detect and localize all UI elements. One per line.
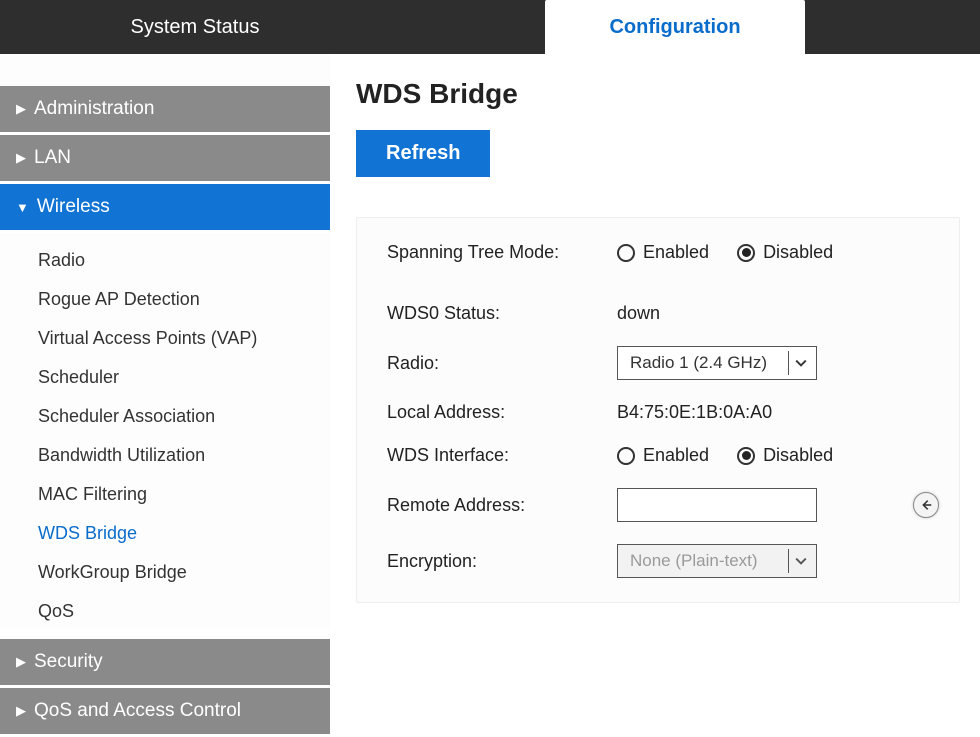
radio-label: Enabled: [643, 242, 709, 263]
label-spanning-tree: Spanning Tree Mode:: [387, 242, 617, 263]
sidebar-item-mac-filtering[interactable]: MAC Filtering: [0, 475, 330, 514]
radio-icon: [737, 447, 755, 465]
radio-spanning-enabled[interactable]: Enabled: [617, 242, 709, 263]
value-wds0-status: down: [617, 303, 939, 324]
sidebar-group-qos-access[interactable]: ▶ QoS and Access Control: [0, 688, 330, 737]
row-wds0-status: WDS0 Status: down: [387, 303, 939, 324]
radio-spanning-disabled[interactable]: Disabled: [737, 242, 833, 263]
settings-panel: Spanning Tree Mode: Enabled Disabled WDS…: [356, 217, 960, 603]
select-encryption[interactable]: None (Plain-text): [617, 544, 817, 578]
chevron-down-icon: [788, 351, 812, 375]
sidebar-item-rogue-ap[interactable]: Rogue AP Detection: [0, 280, 330, 319]
row-wds-interface: WDS Interface: Enabled Disabled: [387, 445, 939, 466]
row-radio: Radio: Radio 1 (2.4 GHz): [387, 346, 939, 380]
chevron-down-icon: [788, 549, 812, 573]
main-layout: ▶ Administration ▶ LAN ▼ Wireless Radio …: [0, 54, 980, 628]
sidebar-group-label: Administration: [34, 98, 154, 120]
value-local-address: B4:75:0E:1B:0A:A0: [617, 402, 939, 423]
remote-address-arrow-button[interactable]: [913, 492, 939, 518]
chevron-down-icon: ▼: [16, 200, 29, 215]
chevron-right-icon: ▶: [16, 150, 26, 166]
chevron-right-icon: ▶: [16, 654, 26, 670]
sidebar-item-scheduler[interactable]: Scheduler: [0, 358, 330, 397]
sidebar-item-radio[interactable]: Radio: [0, 241, 330, 280]
tab-configuration[interactable]: Configuration: [545, 0, 805, 54]
refresh-button[interactable]: Refresh: [356, 130, 490, 177]
select-value: Radio 1 (2.4 GHz): [630, 353, 767, 373]
tab-bar-right: Configuration: [390, 0, 980, 54]
sidebar-group-lan[interactable]: ▶ LAN: [0, 135, 330, 184]
label-wds0-status: WDS0 Status:: [387, 303, 617, 324]
sidebar-item-qos[interactable]: QoS: [0, 592, 330, 631]
radio-icon: [617, 244, 635, 262]
label-wds-interface: WDS Interface:: [387, 445, 617, 466]
chevron-right-icon: ▶: [16, 101, 26, 117]
input-remote-address[interactable]: [617, 488, 817, 522]
page-title: WDS Bridge: [356, 78, 960, 110]
row-encryption: Encryption: None (Plain-text): [387, 544, 939, 578]
sidebar-group-security[interactable]: ▶ Security: [0, 639, 330, 688]
top-bar: System Status Configuration: [0, 0, 980, 54]
sidebar-subitems-wireless: Radio Rogue AP Detection Virtual Access …: [0, 233, 330, 639]
select-value: None (Plain-text): [630, 551, 758, 571]
row-spanning-tree: Spanning Tree Mode: Enabled Disabled: [387, 242, 939, 263]
tab-system-status[interactable]: System Status: [0, 0, 390, 54]
sidebar-item-workgroup-bridge[interactable]: WorkGroup Bridge: [0, 553, 330, 592]
sidebar-group-administration[interactable]: ▶ Administration: [0, 86, 330, 135]
sidebar-item-wds-bridge[interactable]: WDS Bridge: [0, 514, 330, 553]
radio-label: Disabled: [763, 445, 833, 466]
content-area: WDS Bridge Refresh Spanning Tree Mode: E…: [330, 54, 980, 628]
sidebar-group-label: QoS and Access Control: [34, 700, 241, 722]
sidebar-group-wireless[interactable]: ▼ Wireless: [0, 184, 330, 233]
label-encryption: Encryption:: [387, 551, 617, 572]
select-radio[interactable]: Radio 1 (2.4 GHz): [617, 346, 817, 380]
arrow-left-icon: [919, 498, 933, 512]
radio-wds-enabled[interactable]: Enabled: [617, 445, 709, 466]
sidebar: ▶ Administration ▶ LAN ▼ Wireless Radio …: [0, 54, 330, 628]
sidebar-item-vap[interactable]: Virtual Access Points (VAP): [0, 319, 330, 358]
sidebar-group-label: Wireless: [37, 196, 110, 218]
chevron-right-icon: ▶: [16, 703, 26, 719]
sidebar-item-scheduler-assoc[interactable]: Scheduler Association: [0, 397, 330, 436]
label-radio: Radio:: [387, 353, 617, 374]
radio-icon: [617, 447, 635, 465]
radio-label: Enabled: [643, 445, 709, 466]
radio-label: Disabled: [763, 242, 833, 263]
sidebar-item-bandwidth[interactable]: Bandwidth Utilization: [0, 436, 330, 475]
radio-wds-disabled[interactable]: Disabled: [737, 445, 833, 466]
sidebar-group-label: LAN: [34, 147, 71, 169]
label-local-address: Local Address:: [387, 402, 617, 423]
sidebar-group-label: Security: [34, 651, 103, 673]
row-remote-address: Remote Address:: [387, 488, 939, 522]
row-local-address: Local Address: B4:75:0E:1B:0A:A0: [387, 402, 939, 423]
radio-icon: [737, 244, 755, 262]
label-remote-address: Remote Address:: [387, 495, 617, 516]
